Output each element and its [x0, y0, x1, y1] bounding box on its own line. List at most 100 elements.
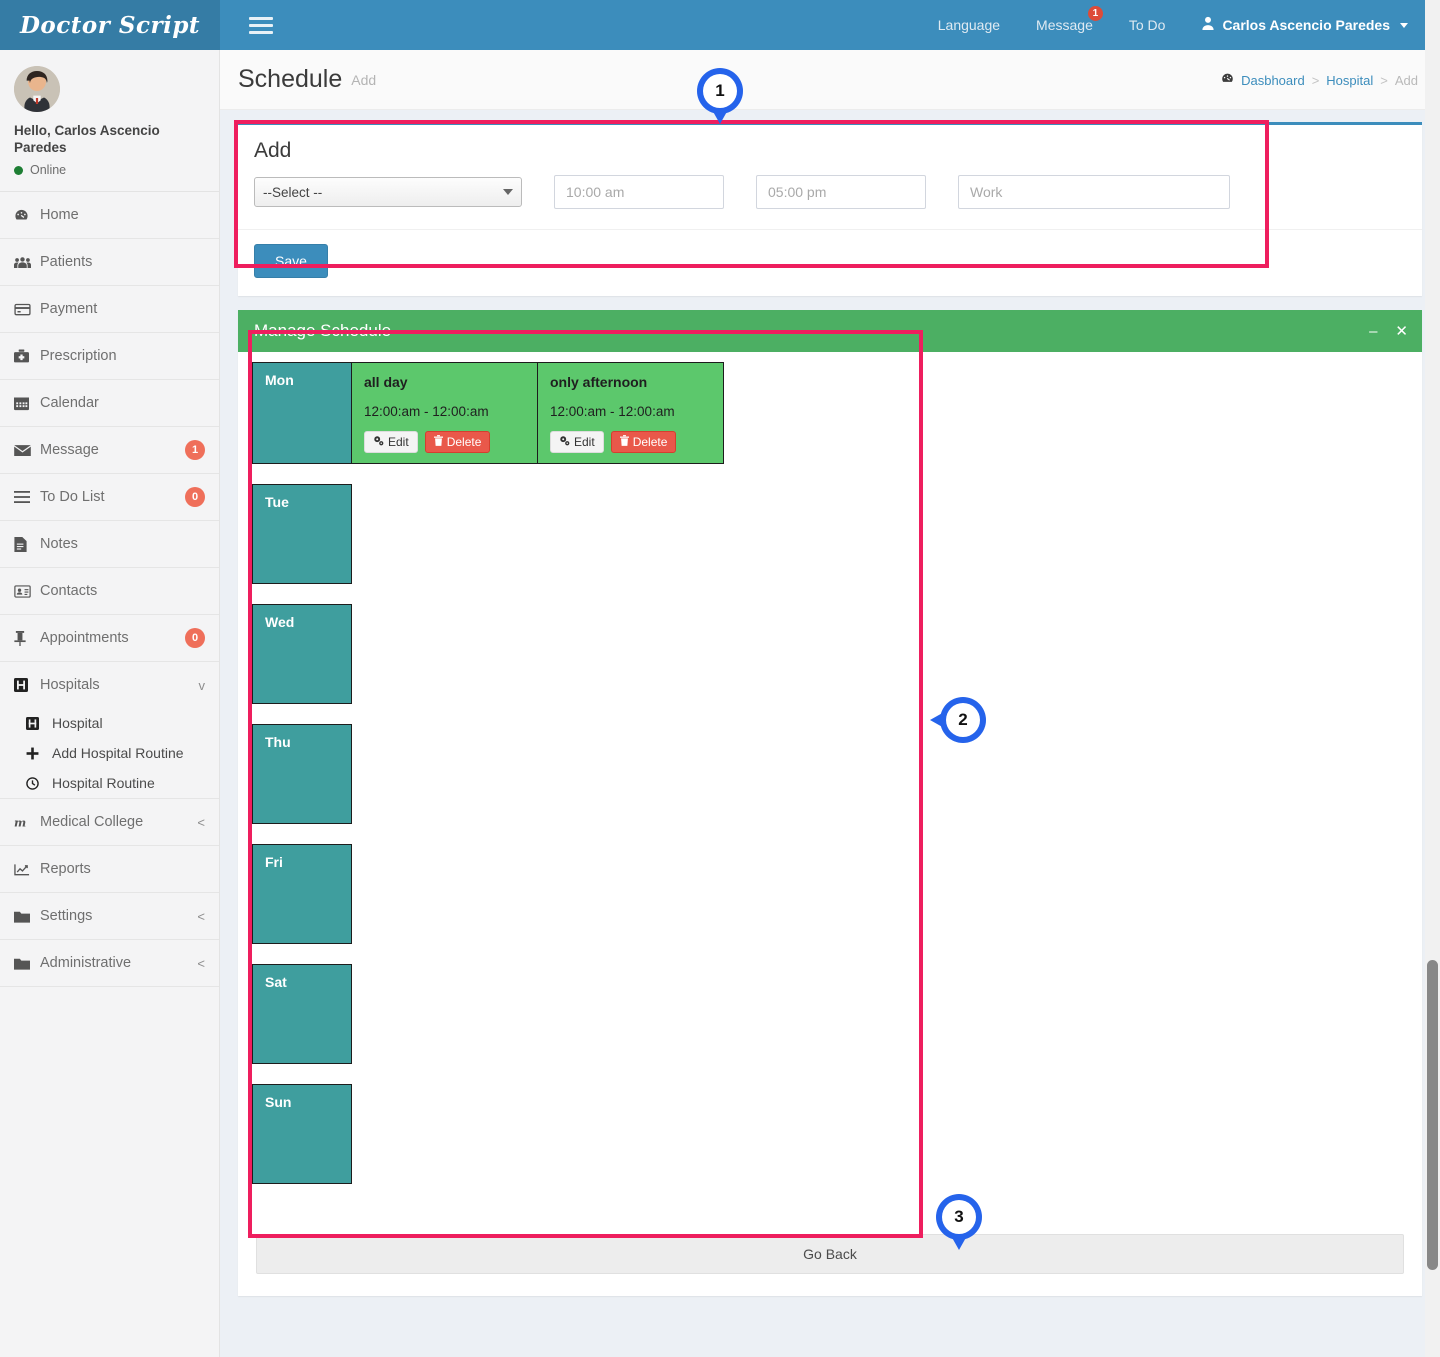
delete-button[interactable]: Delete [424, 431, 491, 453]
minus-icon[interactable]: – [1369, 324, 1377, 339]
edit-button[interactable]: Edit [550, 431, 604, 453]
schedule-row-thu: Thu [252, 724, 1408, 824]
sidebar-item-label: Home [40, 207, 79, 223]
day-label-fri: Fri [252, 844, 352, 944]
chart-line-icon [14, 863, 40, 876]
sidebar-item-label: Hospitals [40, 677, 100, 693]
sidebar-item-settings[interactable]: Settings < [0, 893, 219, 940]
svg-text:m: m [14, 816, 26, 829]
sidebar-item-label: To Do List [40, 489, 105, 505]
slot-time: 12:00:am - 12:00:am [364, 404, 489, 419]
panel-tools: – ✕ [1369, 324, 1408, 339]
page-scrollbar-thumb[interactable] [1427, 960, 1438, 1270]
day-select[interactable]: --Select -- [254, 177, 522, 207]
submenu-item-hospital[interactable]: Hospital [0, 708, 219, 738]
note-input[interactable]: Work [958, 175, 1230, 209]
sidebar-item-todo-list[interactable]: To Do List 0 [0, 474, 219, 521]
edit-button-label: Edit [574, 435, 595, 449]
dashboard-icon [1221, 72, 1234, 88]
breadcrumb-item-add: Add [1394, 72, 1418, 88]
submenu-item-hospital-routine[interactable]: Hospital Routine [0, 768, 219, 798]
trash-icon [619, 435, 629, 449]
edit-button[interactable]: Edit [364, 431, 418, 453]
annotation-marker-2: 2 [930, 697, 986, 743]
sidebar-item-contacts[interactable]: Contacts [0, 568, 219, 615]
top-nav-right: Language Message 1 To Do Carlos Ascencio… [920, 0, 1426, 50]
sidebar-item-prescription[interactable]: Prescription [0, 333, 219, 380]
message-badge: 1 [1087, 6, 1103, 21]
close-icon[interactable]: ✕ [1395, 324, 1408, 339]
breadcrumb-separator: > [1311, 72, 1320, 88]
gears-icon [373, 435, 384, 449]
breadcrumb-separator: > [1380, 72, 1388, 88]
avatar[interactable] [14, 66, 60, 112]
submenu-item-add-hospital-routine[interactable]: Add Hospital Routine [0, 738, 219, 768]
manage-schedule-header: Manage Schedule – ✕ [238, 310, 1422, 352]
sidebar-item-calendar[interactable]: Calendar [0, 380, 219, 427]
sidebar-item-medical-college[interactable]: m Medical College < [0, 799, 219, 846]
gears-icon [559, 435, 570, 449]
annotation-marker-1: 1 [697, 68, 743, 124]
topnav-message-label: Message [1036, 17, 1093, 33]
topnav-user-label: Carlos Ascencio Paredes [1222, 17, 1390, 33]
schedule-row-mon: Mon all day 12:00:am - 12:00:am Edit Del… [252, 362, 1408, 464]
chevron-down-icon [503, 189, 513, 195]
sidebar-item-patients[interactable]: Patients [0, 239, 219, 286]
start-time-input[interactable]: 10:00 am [554, 175, 724, 209]
address-card-icon [14, 584, 40, 598]
topnav-item-todo[interactable]: To Do [1111, 0, 1184, 50]
add-form-footer: Save [238, 230, 1422, 296]
annotation-marker-1-number: 1 [703, 74, 737, 108]
annotation-marker-3-number: 3 [942, 1200, 976, 1234]
chevron-left-icon: < [197, 955, 205, 971]
sidebar-user-greeting: Hello, Carlos Ascencio Paredes [14, 123, 160, 155]
breadcrumb-item-dashboard[interactable]: Dasbhoard [1241, 73, 1305, 88]
dashboard-icon [14, 208, 40, 223]
manage-schedule-panel: Manage Schedule – ✕ Mon all day 12:00:am… [238, 310, 1422, 1296]
breadcrumb-item-hospital[interactable]: Hospital [1326, 73, 1373, 88]
hamburger-icon[interactable] [238, 0, 284, 50]
delete-button-label: Delete [632, 435, 668, 449]
sidebar-item-home[interactable]: Home [0, 192, 219, 239]
sidebar-item-appointments[interactable]: Appointments 0 [0, 615, 219, 662]
day-label-tue: Tue [252, 484, 352, 584]
hospital-icon [26, 716, 52, 730]
top-navigation-bar: Doctor Script Language Message 1 To Do C… [0, 0, 1440, 50]
go-back-button[interactable]: Go Back [256, 1234, 1404, 1274]
sidebar-item-label: Message [40, 442, 99, 458]
delete-button[interactable]: Delete [610, 431, 677, 453]
sidebar-item-label: Contacts [40, 583, 98, 599]
thumbtack-icon [14, 630, 40, 646]
users-icon [14, 255, 40, 269]
sidebar-item-administrative[interactable]: Administrative < [0, 940, 219, 987]
folder-icon [14, 910, 40, 923]
trash-icon [433, 435, 443, 449]
clock-icon [26, 776, 52, 790]
sidebar-item-label: Reports [40, 861, 91, 877]
annotation-marker-2-number: 2 [946, 703, 980, 737]
chevron-left-icon: < [197, 814, 205, 830]
day-select-value: --Select -- [263, 184, 323, 200]
topnav-user-menu[interactable]: Carlos Ascencio Paredes [1183, 0, 1426, 50]
topnav-item-message[interactable]: Message 1 [1018, 0, 1111, 50]
brand-logo[interactable]: Doctor Script [0, 0, 220, 50]
chevron-down-icon [1400, 22, 1408, 28]
calendar-icon [14, 396, 40, 411]
sidebar-item-notes[interactable]: Notes [0, 521, 219, 568]
add-form-row: --Select -- 10:00 am 05:00 pm Work [238, 169, 1422, 230]
submenu-item-label: Add Hospital Routine [52, 745, 184, 761]
breadcrumb: Dasbhoard > Hospital > Add [1221, 50, 1418, 110]
end-time-input[interactable]: 05:00 pm [756, 175, 926, 209]
submenu-item-label: Hospital Routine [52, 775, 155, 791]
online-status-icon [14, 165, 23, 175]
slot-actions: Edit Delete [550, 431, 711, 453]
schedule-row-tue: Tue [252, 484, 1408, 584]
sidebar-item-hospitals[interactable]: Hospitals v Hospital Add Hospital Routin… [0, 662, 219, 799]
manage-schedule-title: Manage Schedule [254, 321, 392, 340]
page-header: Schedule Add Dasbhoard > Hospital > Add [220, 50, 1440, 110]
sidebar-item-reports[interactable]: Reports [0, 846, 219, 893]
sidebar-item-message[interactable]: Message 1 [0, 427, 219, 474]
topnav-item-language[interactable]: Language [920, 0, 1018, 50]
sidebar-item-payment[interactable]: Payment [0, 286, 219, 333]
save-button[interactable]: Save [254, 244, 328, 278]
